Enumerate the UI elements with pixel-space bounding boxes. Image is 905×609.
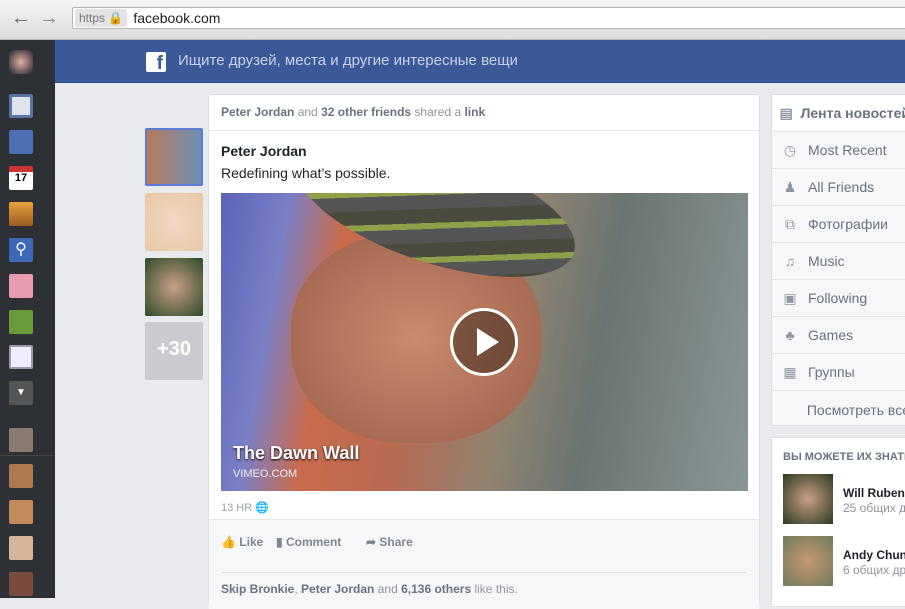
nav-news-feed[interactable]: ▤ Лента новостей xyxy=(772,95,905,132)
person-name[interactable]: Andy Chung xyxy=(843,548,905,562)
forward-button[interactable]: → xyxy=(39,8,59,28)
facebook-logo-icon[interactable]: f xyxy=(146,52,166,74)
like-button[interactable]: 👍 Like xyxy=(221,535,263,549)
groups-icon: ▦ xyxy=(783,363,797,380)
nav-groups[interactable]: ▦ Группы xyxy=(772,354,905,391)
feed-story: Peter Jordan and 32 other friends shared… xyxy=(208,94,760,609)
nav-music[interactable]: ♫ Music xyxy=(772,243,905,280)
nav-games[interactable]: ♣ Games xyxy=(772,317,905,354)
address-bar[interactable]: https 🔒 facebook.com xyxy=(72,7,905,29)
story-text: shared a xyxy=(411,105,465,119)
likes-text: like this. xyxy=(471,582,518,596)
friend-avatar[interactable] xyxy=(9,572,33,596)
story-header: Peter Jordan and 32 other friends shared… xyxy=(209,95,759,131)
like-label: Like xyxy=(239,535,264,549)
nav-label: Most Recent xyxy=(808,142,887,158)
comment-label: Comment xyxy=(285,535,342,549)
divider xyxy=(0,455,55,456)
others-link[interactable]: 32 other friends xyxy=(321,105,411,119)
story-text: and xyxy=(294,105,322,119)
actor-link[interactable]: Peter Jordan xyxy=(221,105,294,119)
back-button[interactable]: ← xyxy=(11,8,31,28)
comment-icon: ▮ xyxy=(276,535,283,549)
gifts-icon[interactable] xyxy=(9,274,33,298)
post-message: Redefining what’s possible. xyxy=(221,165,391,181)
photos-icon: ⧉ xyxy=(785,215,795,232)
nav-see-all[interactable]: Посмотреть все xyxy=(772,391,905,428)
video-title[interactable]: The Dawn Wall xyxy=(233,443,359,464)
likes-text: and xyxy=(374,582,402,596)
nav-label: Лента новостей xyxy=(800,105,905,121)
lock-icon: 🔒 xyxy=(108,11,124,25)
sharer-avatar[interactable] xyxy=(145,193,203,251)
nav-label: Music xyxy=(808,253,845,269)
share-label: Share xyxy=(379,535,413,549)
video-preview[interactable]: The Dawn Wall VIMEO.COM xyxy=(221,193,748,491)
search-icon[interactable]: ⚲ xyxy=(9,238,33,262)
url-text: facebook.com xyxy=(133,10,221,26)
comment-button[interactable]: ▮ Comment xyxy=(276,535,341,549)
likes-summary: Skip Bronkie, Peter Jordan and 6,136 oth… xyxy=(221,572,747,596)
profile-avatar[interactable] xyxy=(9,50,33,74)
notes-icon[interactable] xyxy=(9,345,33,369)
news-feed-icon[interactable] xyxy=(9,94,33,118)
person-avatar[interactable] xyxy=(783,536,833,586)
video-source: VIMEO.COM xyxy=(233,468,298,480)
nav-label: Группы xyxy=(808,364,855,380)
sharer-avatar[interactable] xyxy=(145,128,203,186)
friend-avatar[interactable] xyxy=(9,536,33,560)
more-sharers-button[interactable]: +30 xyxy=(145,322,203,380)
mutual-friends: 25 общих друзей xyxy=(843,501,905,515)
friend-avatar[interactable] xyxy=(9,500,33,524)
messages-icon[interactable] xyxy=(9,130,33,154)
games-icon[interactable] xyxy=(9,310,33,334)
pymk-title: ВЫ МОЖЕТЕ ИХ ЗНАТЬ xyxy=(783,451,905,463)
nav-all-friends[interactable]: ♟ All Friends xyxy=(772,169,905,206)
liker-link[interactable]: Peter Jordan xyxy=(301,582,374,596)
thumbs-up-icon: 👍 xyxy=(221,535,236,549)
mutual-friends: 6 общих друзей xyxy=(843,563,905,577)
author-name[interactable]: Peter Jordan xyxy=(221,143,307,159)
more-chevron-icon[interactable]: ▼ xyxy=(9,381,33,405)
person-name[interactable]: Will Ruben xyxy=(843,486,905,500)
games-icon: ♣ xyxy=(785,327,795,343)
nav-label: Following xyxy=(808,290,868,306)
nav-most-recent[interactable]: ◷ Most Recent xyxy=(772,132,905,169)
music-icon: ♫ xyxy=(784,253,796,269)
photos-icon[interactable] xyxy=(9,202,33,226)
link-link[interactable]: link xyxy=(464,105,485,119)
people-you-may-know: ВЫ МОЖЕТЕ ИХ ЗНАТЬ Will Ruben 25 общих д… xyxy=(771,437,905,607)
friend-avatar[interactable] xyxy=(9,428,33,452)
news-feed-icon: ▤ xyxy=(779,104,793,121)
likes-count-link[interactable]: 6,136 others xyxy=(401,582,471,596)
nav-following[interactable]: ▣ Following xyxy=(772,280,905,317)
sharer-avatar[interactable] xyxy=(145,258,203,316)
browser-toolbar: ← → https 🔒 facebook.com xyxy=(0,0,905,40)
rss-icon: ▣ xyxy=(783,289,797,306)
friend-avatar[interactable] xyxy=(9,464,33,488)
play-icon[interactable] xyxy=(450,308,518,376)
nav-label: Посмотреть все xyxy=(806,401,905,418)
nav-label: Games xyxy=(808,327,854,343)
share-icon: ➦ xyxy=(366,535,377,549)
liker-link[interactable]: Skip Bronkie xyxy=(221,582,294,596)
events-icon[interactable]: 17 xyxy=(9,166,33,190)
clock-icon: ◷ xyxy=(783,141,797,158)
nav-label: Фотографии xyxy=(808,216,889,232)
share-button[interactable]: ➦ Share xyxy=(366,535,413,549)
https-badge: https 🔒 xyxy=(75,9,128,27)
friends-icon: ♟ xyxy=(783,178,797,195)
story-actions: 👍 Like ▮ Comment ➦ Share Skip Bronkie, P… xyxy=(209,519,759,609)
timestamp[interactable]: 13 HR 🌐 xyxy=(221,501,269,514)
person-avatar[interactable] xyxy=(783,474,833,524)
nav-photos[interactable]: ⧉ Фотографии xyxy=(772,206,905,243)
timestamp-text: 13 HR xyxy=(221,502,253,514)
right-nav: ▤ Лента новостей ◷ Most Recent ♟ All Friend… xyxy=(771,94,905,426)
search-input[interactable]: Ищите друзей, места и другие интересные … xyxy=(178,52,518,69)
left-sidebar: 17 ⚲ ▼ xyxy=(0,40,55,598)
top-bar: f Ищите друзей, места и другие интересны… xyxy=(55,40,905,83)
scheme-text: https xyxy=(79,11,106,25)
globe-icon: 🌐 xyxy=(255,502,269,514)
nav-label: All Friends xyxy=(808,179,875,195)
